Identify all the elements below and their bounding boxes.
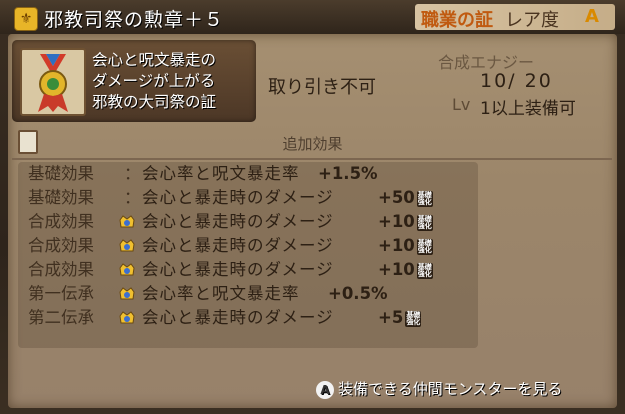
item-category-icon: ⚜ <box>14 7 38 31</box>
title-bar: ⚜ 邪教司祭の勲章＋５ 職業の証 レア度 A <box>0 0 625 34</box>
view-monsters-label: 装備できる仲間モンスターを見る <box>338 380 563 398</box>
effect-category: 合成効果 <box>28 260 94 279</box>
effects-heading: 追加効果 <box>282 135 343 153</box>
effect-value-text: +10 <box>378 260 415 279</box>
base-enhance-tag: 基礎 強化 <box>405 310 422 327</box>
effect-description: 会心率と呪文暴走率 <box>142 284 300 303</box>
job-badge: 職業の証 レア度 A <box>415 4 615 31</box>
effect-category: 基礎効果 <box>28 164 94 183</box>
effect-value: +5 基礎 強化 <box>378 306 422 330</box>
effect-description: 会心率と呪文暴走率 <box>142 164 300 183</box>
effect-description: 会心と暴走時のダメージ <box>142 308 334 327</box>
effect-description: 会心と暴走時のダメージ <box>142 212 334 231</box>
colon: ： <box>124 188 141 207</box>
effect-value-text: +0.5% <box>328 284 388 303</box>
effect-row: 合成効果 会心と暴走時のダメージ +10 基礎 強化 <box>18 258 478 282</box>
effect-category: 基礎効果 <box>28 188 94 207</box>
crown-gem-icon <box>119 287 135 300</box>
effects-list: 基礎効果：会心率と呪文暴走率 +1.5% 基礎効果：会心と暴走時のダメージ +50 基礎… <box>18 162 478 348</box>
rarity-value: A <box>585 6 599 27</box>
effect-category: 第二伝承 <box>28 308 94 327</box>
base-enhance-tag: 基礎 強化 <box>416 190 433 207</box>
item-detail-window: ⚜ 邪教司祭の勲章＋５ 職業の証 レア度 A 会心と呪文暴走の ダメージが上がる… <box>0 0 625 414</box>
effect-value: +1.5% <box>318 162 378 186</box>
item-summary-box: 会心と呪文暴走の ダメージが上がる 邪教の大司祭の証 <box>12 40 256 122</box>
item-description: 会心と呪文暴走の ダメージが上がる 邪教の大司祭の証 <box>92 50 216 113</box>
base-enhance-tag: 基礎 強化 <box>416 214 433 231</box>
description-line: 邪教の大司祭の証 <box>92 93 217 111</box>
effect-value: +50 基礎 強化 <box>378 186 433 210</box>
description-line: 会心と呪文暴走の <box>92 51 217 69</box>
divider <box>12 158 612 160</box>
effect-value-text: +10 <box>378 212 415 231</box>
effect-row: 第一伝承 会心率と呪文暴走率 +0.5% <box>18 282 478 306</box>
effect-value-text: +1.5% <box>318 164 378 183</box>
effect-row: 合成効果 会心と暴走時のダメージ +10 基礎 強化 <box>18 210 478 234</box>
medal-icon <box>20 48 86 116</box>
effect-value: +10 基礎 強化 <box>378 210 433 234</box>
effect-value: +0.5% <box>328 282 388 306</box>
crown-gem-icon <box>119 215 135 228</box>
effect-row: 合成効果 会心と暴走時のダメージ +10 基礎 強化 <box>18 234 478 258</box>
effect-category: 第一伝承 <box>28 284 94 303</box>
effect-value: +10 基礎 強化 <box>378 234 433 258</box>
crown-gem-icon <box>119 239 135 252</box>
rarity-label: レア度 <box>505 10 559 31</box>
effect-category: 合成効果 <box>28 236 94 255</box>
effect-value-text: +10 <box>378 236 415 255</box>
effect-category: 合成効果 <box>28 212 94 231</box>
effect-row: 第二伝承 会心と暴走時のダメージ +5 基礎 強化 <box>18 306 478 330</box>
base-enhance-tag: 基礎 強化 <box>416 262 433 279</box>
view-monsters-button[interactable]: A 装備できる仲間モンスターを見る <box>316 378 562 399</box>
effect-description: 会心と暴走時のダメージ <box>142 260 334 279</box>
description-line: ダメージが上がる <box>92 72 216 90</box>
base-enhance-tag: 基礎 強化 <box>416 238 433 255</box>
effect-description: 会心と暴走時のダメージ <box>142 188 334 207</box>
a-button-icon: A <box>316 380 334 399</box>
effect-row: 基礎効果 ：会心率と呪文暴走率 +1.5% <box>18 162 478 186</box>
effect-value-text: +50 <box>378 188 415 207</box>
level-label: Lv <box>452 95 471 114</box>
colon: ： <box>124 164 141 183</box>
trade-status: 取り引き不可 <box>268 77 376 98</box>
crown-gem-icon <box>119 263 135 276</box>
effect-row: 基礎効果 ：会心と暴走時のダメージ +50 基礎 強化 <box>18 186 478 210</box>
effect-value: +10 基礎 強化 <box>378 258 433 282</box>
effect-value-text: +5 <box>378 308 404 327</box>
effect-description: 会心と暴走時のダメージ <box>142 236 334 255</box>
job-label: 職業の証 <box>421 10 493 31</box>
crown-gem-icon <box>119 311 135 324</box>
item-title: 邪教司祭の勲章＋５ <box>44 9 225 31</box>
synthesis-energy-value: 10/ 20 <box>480 70 553 92</box>
level-requirement: 1以上装備可 <box>480 99 576 119</box>
